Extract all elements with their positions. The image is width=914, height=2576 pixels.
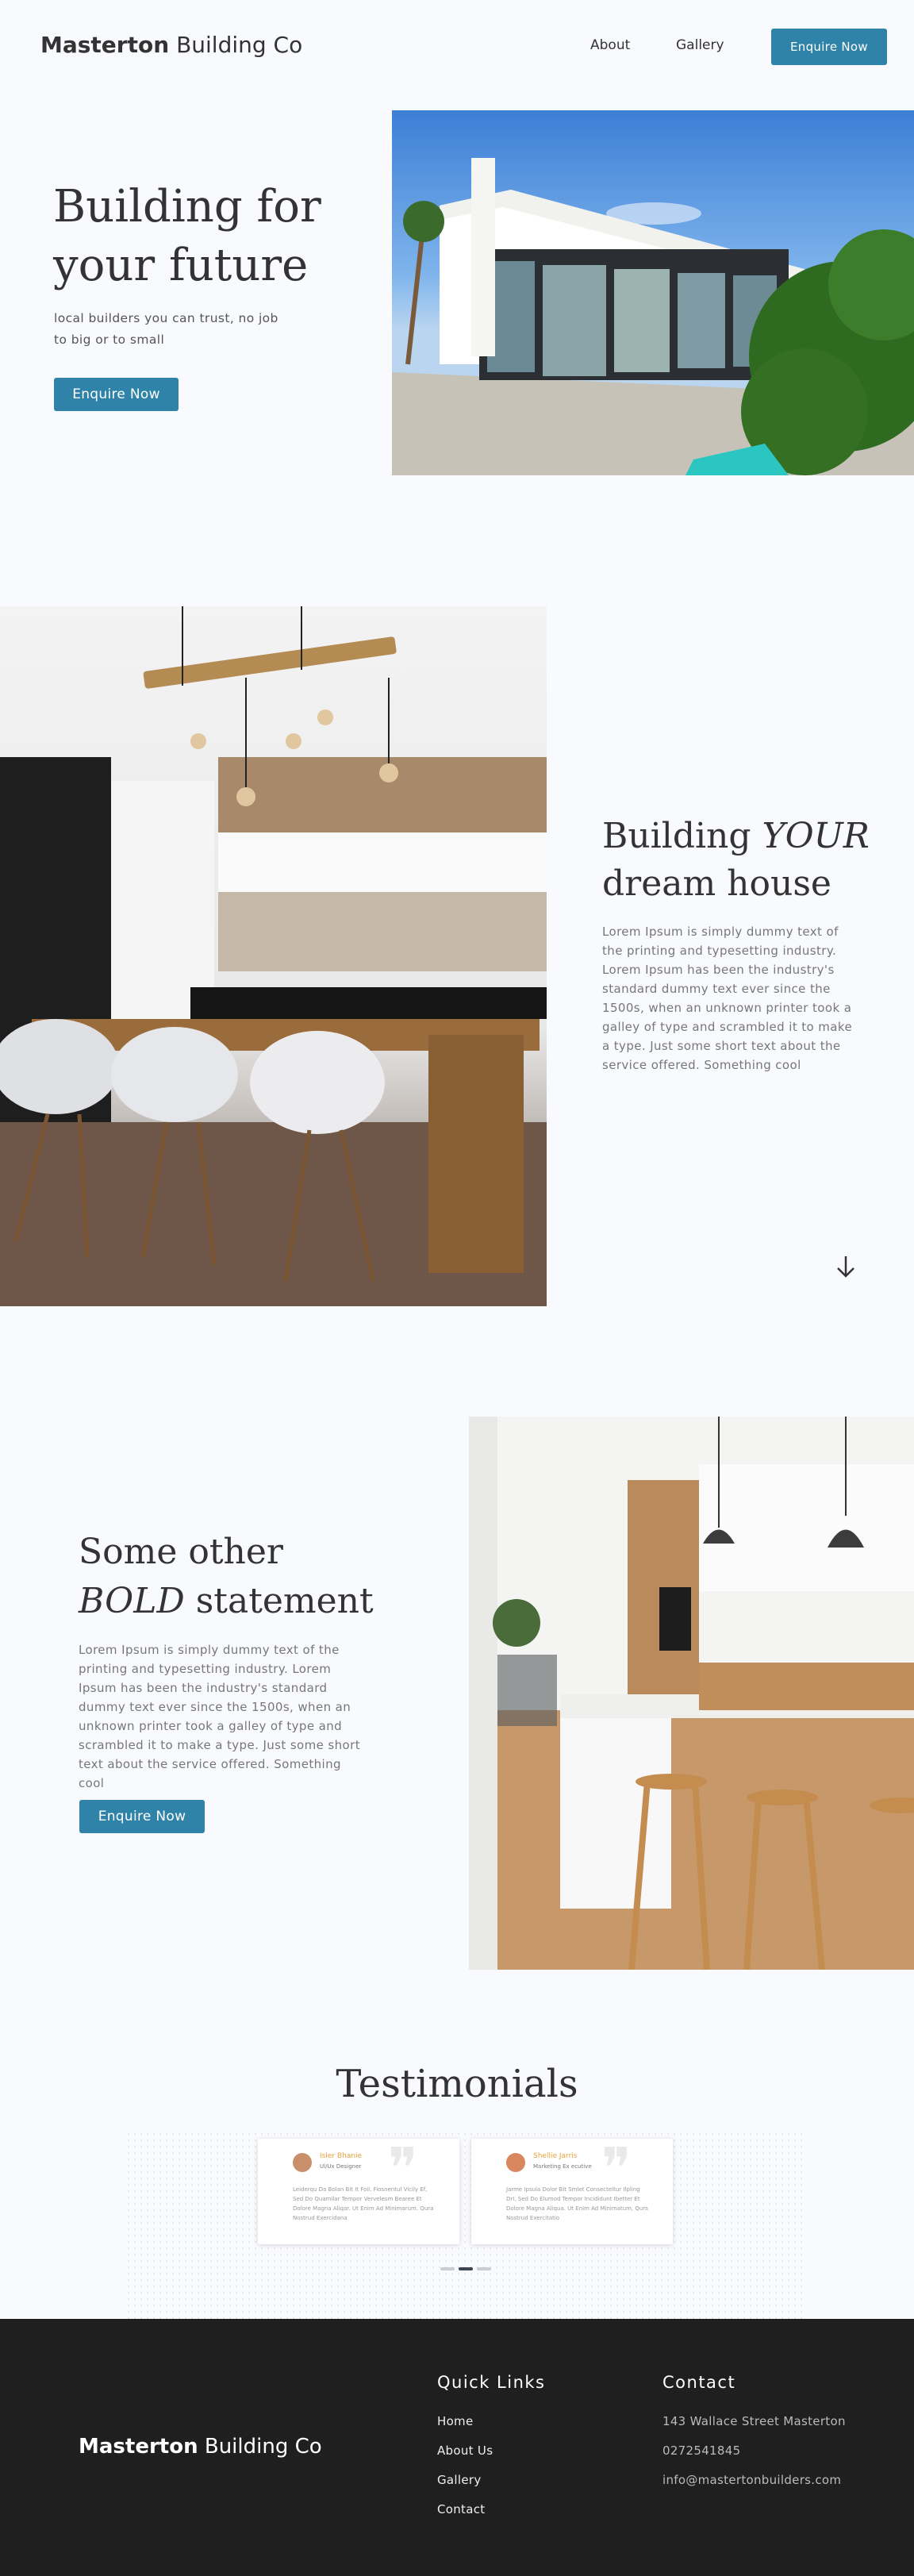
carousel-dot[interactable] [477, 2267, 491, 2270]
footer-link-about[interactable]: About Us [437, 2443, 493, 2458]
footer-address: 143 Wallace Street Masterton [662, 2414, 846, 2428]
footer-link-home[interactable]: Home [437, 2414, 474, 2428]
section3-enquire-button[interactable]: Enquire Now [79, 1800, 205, 1833]
testimonial-card: Isler Bhanie Ul/Ux Designer ❞ Leiderqu D… [258, 2139, 459, 2244]
avatar [506, 2153, 525, 2172]
hero-subtitle: local builders you can trust, no job to … [54, 311, 278, 347]
hero-title: Building for your future [53, 181, 321, 291]
nav-gallery-link[interactable]: Gallery [676, 37, 724, 53]
hero-enquire-button[interactable]: Enquire Now [54, 378, 179, 411]
nav-about-link[interactable]: About [590, 37, 630, 53]
footer-logo[interactable]: Masterton Building Co [79, 2435, 322, 2459]
carousel-dot-active[interactable] [459, 2267, 473, 2270]
header-enquire-button[interactable]: Enquire Now [771, 29, 887, 65]
footer-link-contact[interactable]: Contact [437, 2502, 485, 2516]
section3-title: Some other BOLD statement [79, 1532, 374, 1621]
quick-links-title: Quick Links [437, 2373, 546, 2392]
testimonial-card: Shellie Jarris Marketing Ex ecutive ❞ Ja… [471, 2139, 673, 2244]
testimonial-role: Marketing Ex ecutive [533, 2163, 592, 2170]
hero-house-image [392, 110, 914, 475]
testimonial-text: Jarme Ipsula Dolor Bit Smlet Consecteltu… [506, 2186, 648, 2221]
testimonials-title: Testimonials [336, 2062, 578, 2106]
kitchen-dining-image [0, 606, 547, 1306]
avatar [293, 2153, 312, 2172]
section2-title: Building YOUR dream house [602, 816, 870, 904]
footer-email[interactable]: info@mastertonbuilders.com [662, 2473, 841, 2487]
contact-title: Contact [662, 2373, 736, 2392]
section2-body: Lorem Ipsum is simply dummy text of the … [602, 925, 853, 1072]
footer-phone[interactable]: 0272541845 [662, 2443, 740, 2458]
kitchen-island-image [469, 1417, 914, 1970]
site-footer: Masterton Building Co Quick Links Home A… [0, 2319, 914, 2576]
section3-body: Lorem Ipsum is simply dummy text of the … [79, 1643, 360, 1790]
testimonial-name: Isler Bhanie [320, 2152, 363, 2160]
testimonials-carousel [125, 2131, 806, 2320]
testimonial-name: Shellie Jarris [533, 2152, 578, 2160]
testimonial-text: Leiderqu Da Bolan Bit It Foil. Fiosnentu… [293, 2186, 434, 2221]
arrow-down-icon[interactable] [833, 1254, 858, 1279]
carousel-dot[interactable] [440, 2267, 455, 2270]
footer-link-gallery[interactable]: Gallery [437, 2473, 482, 2487]
testimonial-role: Ul/Ux Designer [320, 2163, 362, 2170]
site-logo[interactable]: Masterton Building Co [40, 32, 302, 58]
